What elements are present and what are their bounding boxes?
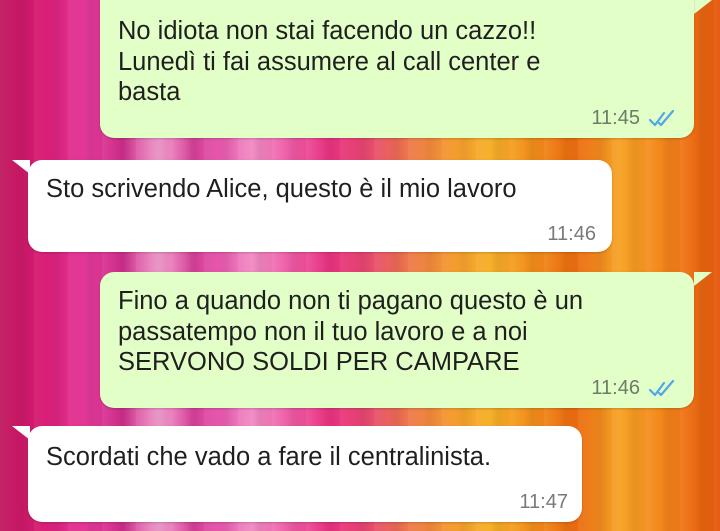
message-time: 11:47 xyxy=(519,491,568,513)
message-meta: 11:45 xyxy=(591,107,678,130)
bubble-tail xyxy=(694,0,712,14)
message-text: No idiota non stai facendo un cazzo!! Lu… xyxy=(118,17,541,106)
double-check-icon xyxy=(648,109,675,126)
message-meta: 11:47 xyxy=(519,491,568,514)
message-bubble-incoming[interactable]: Scordati che vado a fare il centralinist… xyxy=(28,426,582,522)
message-text: Fino a quando non ti pagano questo è un … xyxy=(118,287,584,376)
message-bubble-outgoing[interactable]: No idiota non stai facendo un cazzo!! Lu… xyxy=(100,0,694,138)
message-bubble-outgoing[interactable]: Fino a quando non ti pagano questo è un … xyxy=(100,272,694,408)
message-time: 11:46 xyxy=(591,377,640,399)
message-time: 11:45 xyxy=(591,107,640,129)
message-text: Sto scrivendo Alice, questo è il mio lav… xyxy=(46,175,517,203)
message-meta: 11:46 xyxy=(591,377,678,400)
bubble-tail xyxy=(694,272,712,286)
message-time: 11:46 xyxy=(547,223,596,245)
double-check-icon xyxy=(648,379,675,396)
message-meta: 11:46 xyxy=(547,223,596,246)
message-text: Scordati che vado a fare il centralinist… xyxy=(46,443,492,471)
message-bubble-incoming[interactable]: Sto scrivendo Alice, questo è il mio lav… xyxy=(28,160,612,252)
